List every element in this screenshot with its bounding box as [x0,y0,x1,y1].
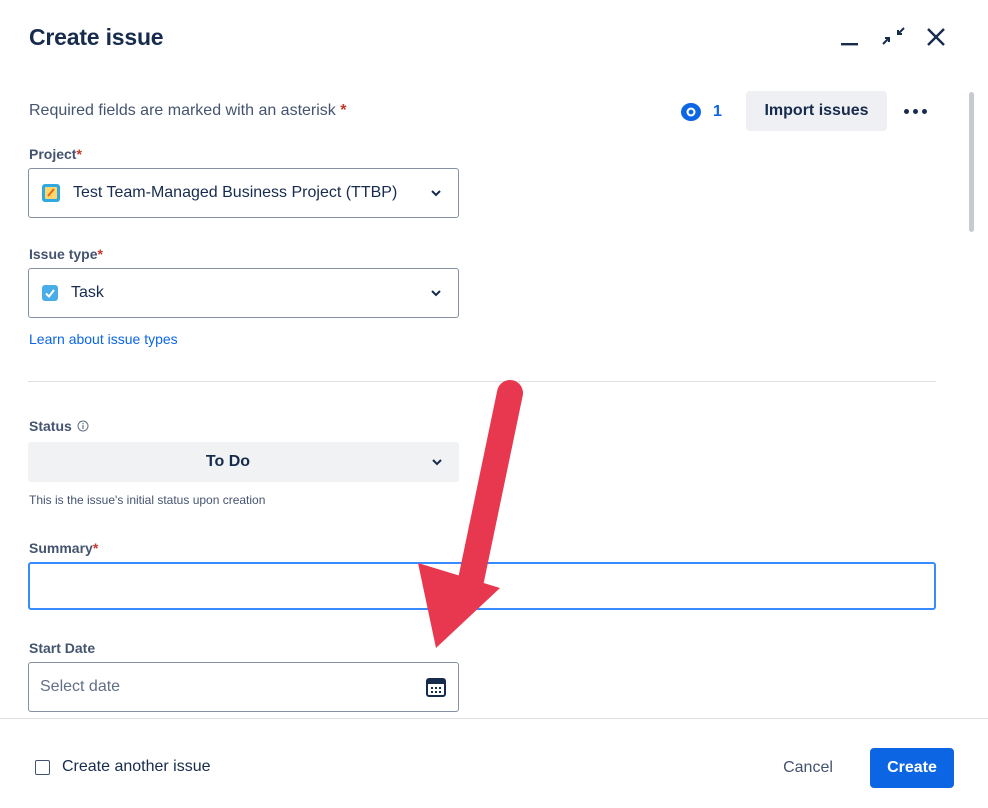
project-required-asterisk: * [76,146,82,162]
status-dropdown[interactable]: To Do [28,442,459,482]
issue-type-select[interactable]: Task [28,268,459,318]
collapse-arrows-icon[interactable] [878,20,908,54]
start-date-label: Start Date [29,640,96,656]
import-issues-button[interactable]: Import issues [746,91,887,131]
required-asterisk: * [340,102,347,119]
info-icon[interactable] [77,420,89,432]
summary-input[interactable] [28,562,936,610]
required-note-text: Required fields are marked with an aster… [29,102,336,119]
watchers-count: 1 [713,103,722,120]
project-select[interactable]: Test Team-Managed Business Project (TTBP… [28,168,459,218]
create-another-label: Create another issue [62,758,211,775]
chevron-down-icon [432,459,442,466]
chevron-down-icon [431,190,441,197]
summary-required-asterisk: * [92,540,99,556]
dialog-title: Create issue [29,24,164,50]
dialog-header: Create issue [0,0,988,80]
summary-label: Summary* [29,540,98,556]
close-icon[interactable] [922,20,952,54]
issue-type-label-text: Issue type [29,246,98,262]
section-divider [28,381,936,382]
status-label-text: Status [29,418,72,434]
summary-label-text: Summary [29,540,93,556]
create-another-checkbox[interactable] [35,759,50,775]
create-button[interactable]: Create [870,748,954,788]
status-value: To Do [205,453,251,470]
minimize-icon[interactable] [836,20,866,54]
chevron-down-icon [431,290,441,297]
required-fields-note: Required fields are marked with an aster… [29,102,347,120]
scrollbar-thumb[interactable] [969,92,974,232]
more-horizontal-icon[interactable] [898,96,932,126]
cancel-button[interactable]: Cancel [766,748,850,788]
eye-icon [681,103,701,121]
watch-button[interactable]: 1 [680,100,722,124]
project-value: Test Team-Managed Business Project (TTBP… [73,184,398,201]
status-helper-text: This is the issue's initial status upon … [29,493,266,507]
start-date-placeholder: Select date [40,678,121,695]
issue-type-required-asterisk: * [97,246,103,262]
issue-type-label: Issue type* [29,246,103,262]
project-notebook-icon [42,184,60,202]
task-checkbox-icon [42,285,58,301]
calendar-icon[interactable] [425,676,447,698]
project-label: Project* [29,146,82,162]
status-label: Status [29,418,89,434]
issue-type-value: Task [71,284,104,301]
start-date-picker[interactable]: Select date [28,662,459,712]
learn-issue-types-link[interactable]: Learn about issue types [29,331,178,347]
create-another-toggle[interactable]: Create another issue [35,758,211,776]
project-label-text: Project [29,146,77,162]
